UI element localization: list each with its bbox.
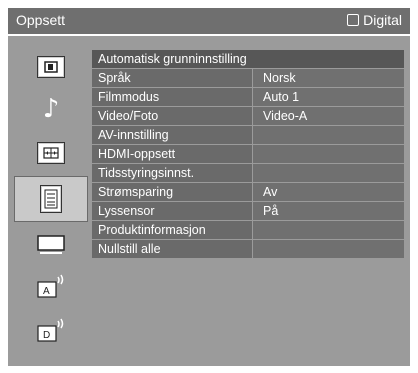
menu-row-value: Auto 1 [253, 88, 404, 106]
menu-row-label: Nullstill alle [92, 240, 252, 258]
menu-row-label: Lyssensor [92, 202, 252, 220]
menu-row-value: Norsk [253, 69, 404, 87]
menu-row-label: AV-innstilling [92, 126, 252, 144]
menu-row-light-sensor[interactable]: Lyssensor På [92, 202, 404, 220]
menu-row-value [253, 145, 404, 163]
menu-row-label: Språk [92, 69, 252, 87]
svg-text:D: D [43, 330, 50, 341]
menu-row-label: Produktinformasjon [92, 221, 252, 239]
menu-row-reset-all[interactable]: Nullstill alle [92, 240, 404, 258]
menu-row-video-photo[interactable]: Video/Foto Video-A [92, 107, 404, 125]
menu-row-value [253, 164, 404, 182]
menu-row-power-saving[interactable]: Strømsparing Av [92, 183, 404, 201]
picture-icon [37, 56, 65, 78]
menu-row-label: Strømsparing [92, 183, 252, 201]
menu-row-value: Av [253, 183, 404, 201]
menu-row-film-mode[interactable]: Filmmodus Auto 1 [92, 88, 404, 106]
svg-text:A: A [43, 286, 50, 297]
menu-row-label: Tidsstyringsinnst. [92, 164, 252, 182]
menu-header: Oppsett Digital [8, 8, 410, 34]
sidebar-item-setup[interactable] [14, 176, 88, 222]
screen-icon [37, 142, 65, 164]
menu-row-label: Automatisk grunninnstilling [92, 50, 404, 68]
menu-row-value [253, 240, 404, 258]
analog-antenna-icon: A [36, 274, 66, 305]
menu-title: Oppsett [16, 12, 66, 28]
menu-row-hdmi-setup[interactable]: HDMI-oppsett [92, 145, 404, 163]
menu-row-value: Video-A [253, 107, 404, 125]
menu-row-timer-settings[interactable]: Tidsstyringsinnst. [92, 164, 404, 182]
menu-row-label: HDMI-oppsett [92, 145, 252, 163]
sidebar-item-sound[interactable]: ♪ [16, 90, 86, 128]
menu-row-av-settings[interactable]: AV-innstilling [92, 126, 404, 144]
setup-icon [40, 185, 62, 213]
input-source-label: Digital [363, 12, 402, 28]
menu-row-language[interactable]: Språk Norsk [92, 69, 404, 87]
monitor-icon [36, 234, 66, 261]
menu-row-value: På [253, 202, 404, 220]
setup-menu-list: Automatisk grunninnstilling Språk Norsk … [92, 50, 404, 259]
sidebar-item-digital[interactable]: D [16, 314, 86, 352]
menu-row-value [253, 126, 404, 144]
sidebar-item-monitor[interactable] [16, 228, 86, 266]
menu-row-label: Filmmodus [92, 88, 252, 106]
tv-menu-screen: Oppsett Digital ♪ A D Automatisk grunnin… [0, 0, 418, 373]
category-sidebar: ♪ A D [8, 42, 92, 366]
input-source-icon [347, 14, 360, 26]
sidebar-item-picture[interactable] [16, 48, 86, 86]
menu-row-auto-setup[interactable]: Automatisk grunninnstilling [92, 50, 404, 68]
input-source-indicator: Digital [347, 12, 402, 28]
sidebar-item-screen[interactable] [16, 134, 86, 172]
sidebar-item-analog[interactable]: A [16, 270, 86, 308]
menu-row-value [253, 221, 404, 239]
sound-icon: ♪ [42, 94, 60, 124]
menu-row-product-info[interactable]: Produktinformasjon [92, 221, 404, 239]
menu-row-label: Video/Foto [92, 107, 252, 125]
digital-antenna-icon: D [36, 318, 66, 349]
